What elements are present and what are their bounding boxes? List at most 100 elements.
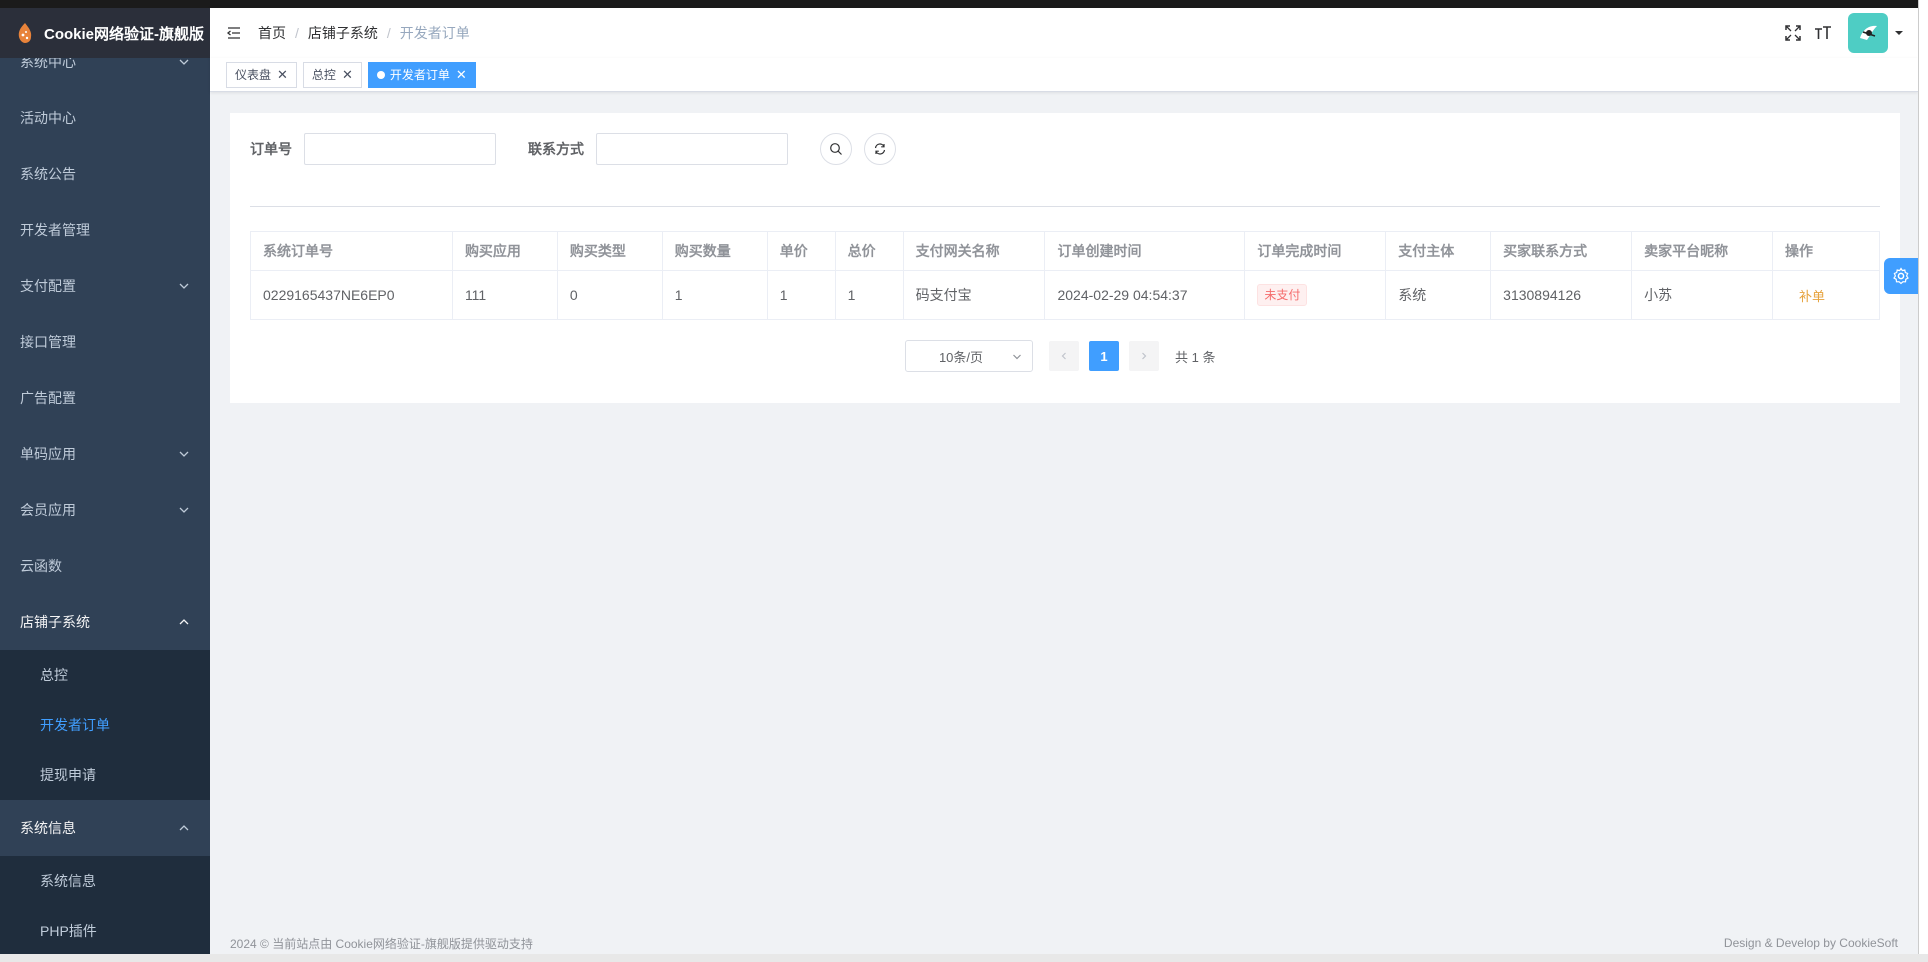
column-header: 购买数量 <box>662 231 768 271</box>
top-navbar: 首页 / 店铺子系统 / 开发者订单 <box>210 8 1918 58</box>
font-size-icon[interactable] <box>1814 24 1832 42</box>
cell-order-no: 0229165437NE6EP0 <box>250 270 453 320</box>
tag-dashboard[interactable]: 仪表盘 ✕ <box>226 61 297 88</box>
page-size-select[interactable]: 10条/页 <box>905 340 1033 372</box>
sidebar-item-payment-config[interactable]: 支付配置 <box>0 258 210 314</box>
breadcrumb-home[interactable]: 首页 <box>258 23 286 43</box>
active-dot-icon <box>376 70 385 79</box>
sidebar-subitem-label: 提现申请 <box>40 767 96 783</box>
chevron-down-icon <box>179 507 189 513</box>
window-top-strip <box>0 0 1928 8</box>
sidebar-item-system-info[interactable]: 系统信息 <box>0 800 210 856</box>
app-title: Cookie网络验证-旗舰版 <box>44 25 205 43</box>
footer-credits: Design & Develop by CookieSoft <box>1723 936 1898 950</box>
cell-gateway: 码支付宝 <box>903 270 1046 320</box>
column-header: 单价 <box>767 231 836 271</box>
chevron-up-icon <box>179 619 189 625</box>
column-header: 订单创建时间 <box>1044 231 1246 271</box>
page-size-value: 10条/页 <box>938 349 984 365</box>
cell-unit-price: 1 <box>767 270 836 320</box>
search-button[interactable] <box>820 133 852 165</box>
sidebar-subitem-system-info[interactable]: 系统信息 <box>0 856 210 906</box>
sidebar-subitem-php-plugins[interactable]: PHP插件 <box>0 906 210 954</box>
app-logo[interactable]: Cookie网络验证-旗舰版 <box>0 8 210 58</box>
column-header: 购买类型 <box>557 231 663 271</box>
caret-down-icon[interactable] <box>1894 28 1904 38</box>
shop-subsystem-submenu: 总控 开发者订单 提现申请 <box>0 650 210 800</box>
sidebar-item-label: 单码应用 <box>20 446 76 462</box>
sidebar-item-label: 店铺子系统 <box>20 614 90 630</box>
search-icon <box>830 143 842 155</box>
adjacent-window-strip <box>1918 0 1928 962</box>
orders-table: 系统订单号 购买应用 购买类型 购买数量 单价 总价 支付网关名称 订单创建时间… <box>250 231 1881 320</box>
column-header: 操作 <box>1772 231 1881 271</box>
chevron-down-icon <box>179 451 189 457</box>
sidebar-toggle-icon[interactable] <box>226 25 242 41</box>
column-header: 卖家平台昵称 <box>1631 231 1773 271</box>
cell-buyer-contact: 3130894126 <box>1490 270 1633 320</box>
status-badge: 未支付 <box>1257 284 1308 306</box>
breadcrumb-current: 开发者订单 <box>399 25 470 41</box>
sidebar-subitem-label: PHP插件 <box>40 923 97 939</box>
sidebar-item-label: 广告配置 <box>20 390 76 406</box>
sidebar-item-label: 开发者管理 <box>20 222 90 238</box>
sidebar-item-ad-config[interactable]: 广告配置 <box>0 370 210 426</box>
reissue-order-button[interactable]: 补单 <box>1785 289 1825 304</box>
cell-action: 补单 <box>1772 270 1881 320</box>
sidebar-item-shop-subsystem[interactable]: 店铺子系统 <box>0 594 210 650</box>
gear-icon <box>1893 267 1909 285</box>
footer: 2024 © 当前站点由 Cookie网络验证-旗舰版提供驱动支持 Design… <box>210 932 1918 954</box>
sidebar-subitem-label: 系统信息 <box>40 873 96 889</box>
sidebar-item-label: 接口管理 <box>20 334 76 350</box>
column-header: 支付主体 <box>1385 231 1492 271</box>
contact-input[interactable] <box>596 133 788 165</box>
fullscreen-icon[interactable] <box>1784 24 1802 42</box>
breadcrumb-shop-subsystem[interactable]: 店铺子系统 <box>308 23 378 43</box>
settings-button[interactable] <box>1884 258 1918 294</box>
chevron-left-icon <box>1061 352 1066 360</box>
sidebar-item-announcements[interactable]: 系统公告 <box>0 146 210 202</box>
sidebar: Cookie网络验证-旗舰版 系统中心 活动中心 系统公告 开发者管理 支付配置… <box>0 8 210 954</box>
column-header: 买家联系方式 <box>1490 231 1633 271</box>
tag-label: 总控 <box>311 67 336 82</box>
sidebar-subitem-developer-orders[interactable]: 开发者订单 <box>0 700 210 750</box>
sidebar-item-single-code-app[interactable]: 单码应用 <box>0 426 210 482</box>
sidebar-item-label: 系统信息 <box>20 820 76 836</box>
column-header: 购买应用 <box>452 231 558 271</box>
reset-button[interactable] <box>864 133 896 165</box>
tag-label: 开发者订单 <box>389 67 450 82</box>
tags-view: 仪表盘 ✕ 总控 ✕ 开发者订单 ✕ <box>210 58 1918 92</box>
breadcrumb: 首页 / 店铺子系统 / 开发者订单 <box>258 23 470 43</box>
search-form: 订单号 联系方式 <box>250 133 908 165</box>
tag-developer-orders[interactable]: 开发者订单 ✕ <box>367 61 476 88</box>
sidebar-item-label: 云函数 <box>20 558 62 574</box>
chevron-right-icon <box>1142 352 1147 360</box>
next-page-button[interactable] <box>1129 341 1159 371</box>
sidebar-item-cloud-functions[interactable]: 云函数 <box>0 538 210 594</box>
sidebar-item-member-app[interactable]: 会员应用 <box>0 482 210 538</box>
close-icon[interactable]: ✕ <box>277 68 288 81</box>
breadcrumb-separator: / <box>295 25 299 41</box>
section-divider <box>250 206 1880 207</box>
table-row: 0229165437NE6EP0 111 0 1 1 1 码支付宝 2024-0… <box>250 270 1881 320</box>
tag-control[interactable]: 总控 ✕ <box>302 61 362 88</box>
close-icon[interactable]: ✕ <box>342 68 353 81</box>
prev-page-button[interactable] <box>1049 341 1079 371</box>
avatar[interactable] <box>1848 13 1888 53</box>
close-icon[interactable]: ✕ <box>456 68 467 81</box>
sidebar-menu: 系统中心 活动中心 系统公告 开发者管理 支付配置 接口管理 广告配置 单码应用… <box>0 34 210 954</box>
sidebar-subitem-control[interactable]: 总控 <box>0 650 210 700</box>
sidebar-item-activity-center[interactable]: 活动中心 <box>0 90 210 146</box>
sidebar-item-label: 会员应用 <box>20 502 76 518</box>
page-number-button[interactable]: 1 <box>1089 341 1119 371</box>
avatar-image-icon <box>1860 25 1877 40</box>
order-no-input[interactable] <box>304 133 496 165</box>
pagination: 10条/页 1 共 1 条 <box>905 340 1215 372</box>
sidebar-subitem-withdraw-requests[interactable]: 提现申请 <box>0 750 210 800</box>
chevron-down-icon <box>179 283 189 289</box>
sidebar-item-api-management[interactable]: 接口管理 <box>0 314 210 370</box>
sidebar-item-developer-management[interactable]: 开发者管理 <box>0 202 210 258</box>
sidebar-item-label: 活动中心 <box>20 110 76 126</box>
column-header: 系统订单号 <box>250 231 453 271</box>
sidebar-subitem-label: 开发者订单 <box>40 717 110 733</box>
